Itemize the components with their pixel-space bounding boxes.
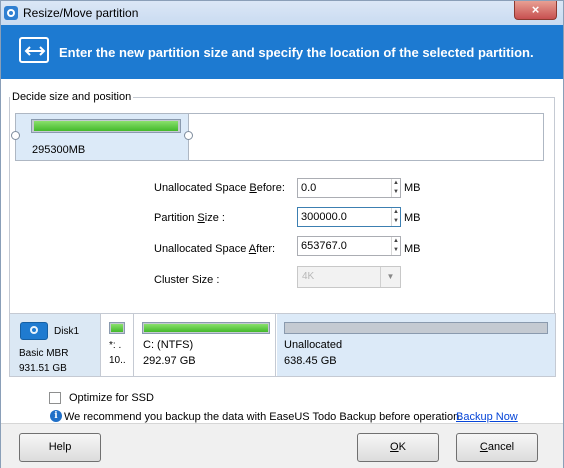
partition-size: 292.97 GB	[143, 355, 196, 367]
disk-name: Disk1	[54, 326, 80, 337]
partition-label: *: .	[109, 340, 122, 351]
spin-up-icon[interactable]: ▲	[392, 179, 400, 188]
partition-usage-bar	[31, 119, 181, 133]
after-label: Unallocated Space After:	[154, 243, 276, 255]
optimize-ssd-checkbox[interactable]	[49, 392, 61, 404]
optimize-ssd-label[interactable]: Optimize for SSD	[69, 392, 154, 404]
partition-size-value: 300000.0	[301, 211, 347, 223]
size-label: Partition Size :	[154, 212, 225, 224]
cluster-size-select[interactable]: 4K ▼	[297, 266, 401, 288]
unallocated-before-input[interactable]: 0.0 ▲ ▼	[297, 178, 401, 198]
partition-bar-fill	[144, 324, 268, 332]
resize-move-dialog: Resize/Move partition × Enter the new pa…	[0, 0, 564, 468]
partition-size: 10..	[109, 355, 126, 366]
spin-up-icon[interactable]: ▲	[392, 237, 400, 246]
cluster-size-value: 4K	[302, 271, 315, 282]
before-spinner[interactable]: ▲ ▼	[391, 179, 400, 197]
unallocated-after-value: 653767.0	[301, 240, 347, 252]
before-unit: MB	[404, 182, 421, 194]
unallocated-after-input[interactable]: 653767.0 ▲ ▼	[297, 236, 401, 256]
partition-bar-fill	[111, 324, 123, 332]
size-unit: MB	[404, 212, 421, 224]
after-spinner[interactable]: ▲ ▼	[391, 237, 400, 255]
after-unit: MB	[404, 243, 421, 255]
info-icon: i	[50, 410, 62, 422]
group-label: Decide size and position	[10, 91, 134, 103]
banner-text: Enter the new partition size and specify…	[59, 45, 534, 60]
partition-bar	[142, 322, 270, 334]
partition-size: 638.45 GB	[284, 355, 337, 367]
partition-bar	[284, 322, 548, 334]
disk-icon	[20, 322, 48, 340]
disk-partition-small[interactable]: *: . 10..	[102, 314, 134, 376]
disk-size: 931.51 GB	[19, 363, 67, 374]
spin-down-icon[interactable]: ▼	[392, 188, 400, 197]
partition-label: Unallocated	[284, 339, 343, 351]
spin-down-icon[interactable]: ▼	[392, 217, 400, 226]
disk-type: Basic MBR	[19, 348, 69, 359]
disk-partition-c[interactable]: C: (NTFS) 292.97 GB	[135, 314, 276, 376]
unallocated-before-value: 0.0	[301, 182, 317, 194]
size-spinner[interactable]: ▲ ▼	[391, 208, 400, 226]
title-bar: Resize/Move partition ×	[1, 1, 563, 25]
button-bar: Help OK Cancel	[1, 423, 563, 468]
partition-size-input[interactable]: 300000.0 ▲ ▼	[297, 207, 401, 227]
disk-info[interactable]: Disk1 Basic MBR 931.51 GB	[10, 314, 101, 376]
partition-size-text: 295300MB	[32, 144, 86, 156]
window-title: Resize/Move partition	[23, 6, 139, 20]
backup-now-link[interactable]: Backup Now	[456, 411, 518, 423]
chevron-down-icon[interactable]: ▼	[380, 267, 400, 287]
disk-partition-unallocated[interactable]: Unallocated 638.45 GB	[277, 314, 555, 376]
selected-partition-block[interactable]: 295300MB	[16, 114, 189, 160]
partition-resizer[interactable]: 295300MB	[11, 113, 544, 161]
cluster-size-label: Cluster Size :	[154, 274, 220, 286]
instruction-banner: Enter the new partition size and specify…	[1, 25, 563, 79]
resize-arrows-icon	[19, 37, 49, 63]
app-icon	[4, 6, 18, 20]
left-resize-handle[interactable]	[11, 131, 20, 140]
backup-recommendation: We recommend you backup the data with Ea…	[64, 411, 463, 423]
partition-label: C: (NTFS)	[143, 339, 194, 351]
disk-map: Disk1 Basic MBR 931.51 GB *: . 10.. C: (…	[9, 313, 556, 377]
right-resize-handle[interactable]	[184, 131, 193, 140]
close-button[interactable]: ×	[514, 1, 557, 20]
ok-button[interactable]: OK	[357, 433, 439, 462]
help-button[interactable]: Help	[19, 433, 101, 462]
cancel-button[interactable]: Cancel	[456, 433, 538, 462]
spin-down-icon[interactable]: ▼	[392, 246, 400, 255]
spin-up-icon[interactable]: ▲	[392, 208, 400, 217]
partition-bar	[109, 322, 125, 334]
before-label: Unallocated Space Before:	[154, 182, 285, 194]
partition-usage-fill	[34, 121, 178, 131]
